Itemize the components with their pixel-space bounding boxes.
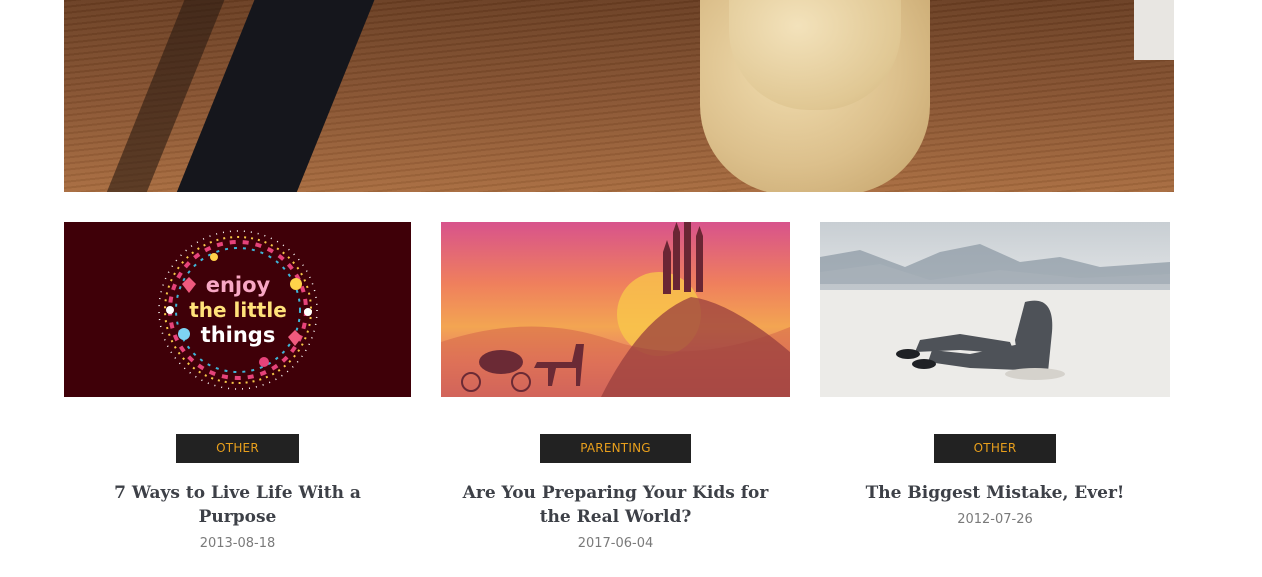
post-date: 2017-06-04 (577, 536, 654, 551)
thumb-text-line-3: things (201, 323, 276, 347)
post-date: 2013-08-18 (199, 536, 276, 551)
enjoy-little-things-illustration: enjoy the little things (158, 230, 318, 390)
post-title[interactable]: 7 Ways to Live Life With a Purpose (73, 481, 403, 529)
fairytale-castle-illustration (441, 222, 790, 397)
post-title[interactable]: Are You Preparing Your Kids for the Real… (456, 481, 776, 529)
post-card: enjoy the little things OTHER 7 Ways to … (64, 222, 411, 551)
post-thumbnail[interactable] (820, 222, 1170, 397)
post-title[interactable]: The Biggest Mistake, Ever! (830, 481, 1160, 505)
head-in-sand-illustration (820, 244, 1170, 397)
post-thumbnail[interactable] (441, 222, 790, 397)
post-date: 2012-07-26 (957, 512, 1033, 527)
post-thumbnail[interactable]: enjoy the little things (64, 222, 411, 397)
category-badge[interactable]: OTHER (176, 434, 299, 463)
category-badge[interactable]: OTHER (933, 434, 1057, 463)
thumb-text-line-1: enjoy (206, 273, 271, 297)
post-card: OTHER The Biggest Mistake, Ever! 2012-07… (820, 222, 1170, 527)
category-badge[interactable]: PARENTING (540, 434, 691, 463)
post-card: PARENTING Are You Preparing Your Kids fo… (441, 222, 790, 551)
hero-image[interactable] (64, 0, 1174, 192)
thumb-text-line-2: the little (189, 298, 287, 322)
hero-background-object (1134, 0, 1174, 60)
